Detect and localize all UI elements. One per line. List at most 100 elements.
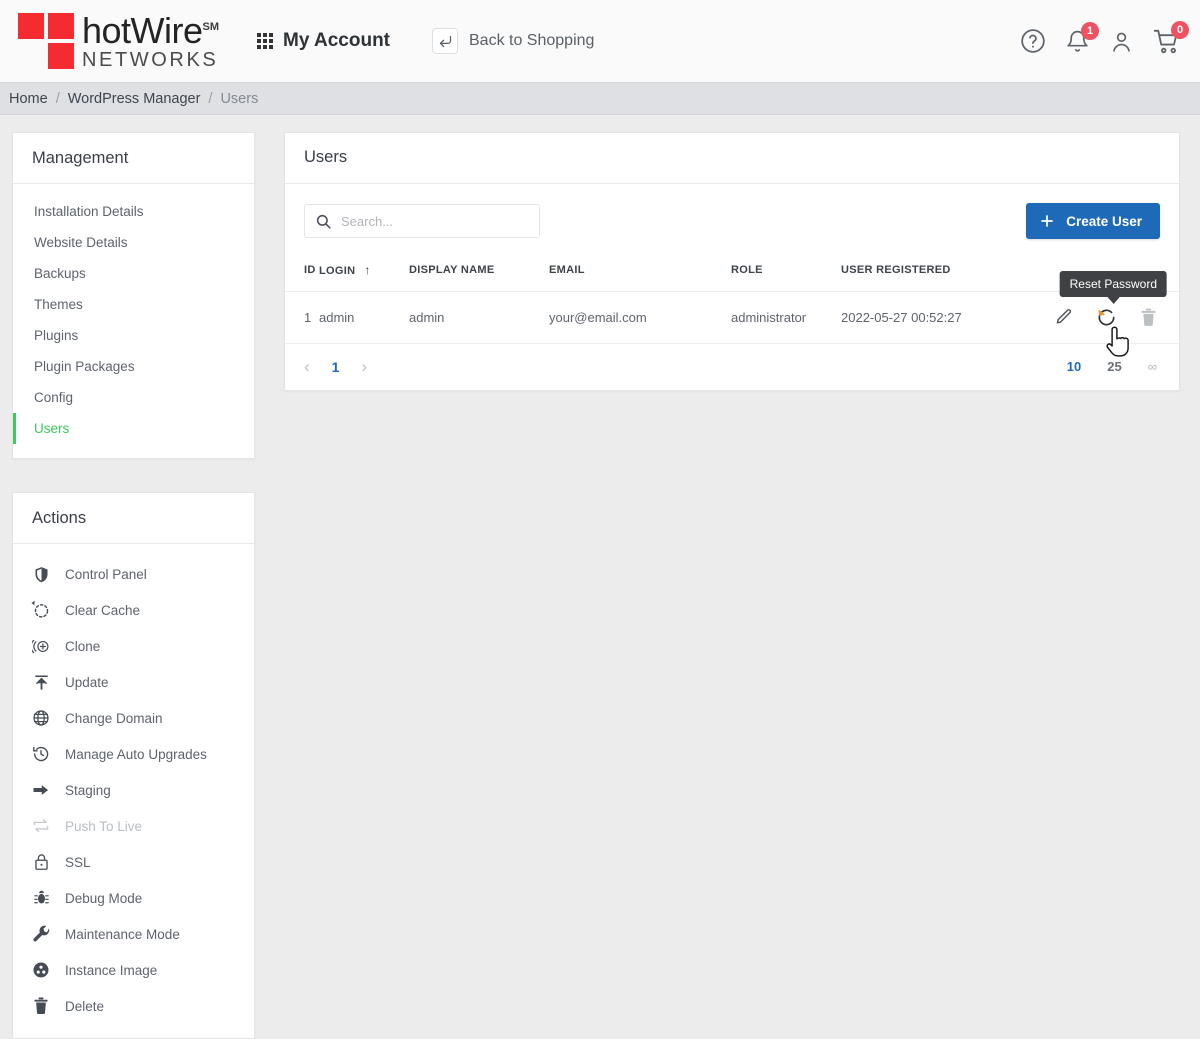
- column-header-email[interactable]: EMAIL: [549, 255, 731, 292]
- column-header-display-name[interactable]: DISPLAY NAME: [409, 255, 549, 292]
- page-size-10[interactable]: 10: [1067, 359, 1081, 374]
- action-item-control-panel[interactable]: Control Panel: [13, 556, 254, 592]
- pagination-next-button[interactable]: ›: [361, 358, 367, 375]
- arrow-right-icon: [31, 780, 51, 800]
- logo-square-2: [48, 13, 74, 39]
- delete-user-icon[interactable]: [1140, 308, 1157, 327]
- action-item-clear-cache[interactable]: Clear Cache: [13, 592, 254, 628]
- shield-icon: [31, 564, 51, 584]
- action-item-clone[interactable]: Clone: [13, 628, 254, 664]
- logo-brand-bottom: NETWORKS: [82, 48, 219, 71]
- action-label: Change Domain: [65, 710, 163, 726]
- column-header-role[interactable]: ROLE: [731, 255, 841, 292]
- pagination-prev-button[interactable]: ‹: [304, 358, 310, 375]
- sidebar: Management Installation Details Website …: [12, 132, 255, 1039]
- sync-arrows-icon: [31, 816, 51, 836]
- action-item-push-to-live: Push To Live: [13, 808, 254, 844]
- action-item-change-domain[interactable]: Change Domain: [13, 700, 254, 736]
- header-icon-group: 1 0: [1020, 20, 1189, 55]
- page-size-25[interactable]: 25: [1107, 359, 1121, 374]
- reset-password-icon[interactable]: [1096, 307, 1117, 328]
- back-to-shopping-button[interactable]: Back to Shopping: [432, 28, 594, 54]
- clone-plus-icon: [31, 636, 51, 656]
- management-panel-title: Management: [13, 133, 254, 184]
- reset-password-tooltip: Reset Password: [1059, 271, 1168, 304]
- search-box[interactable]: [304, 204, 540, 238]
- action-item-maintenance-mode[interactable]: Maintenance Mode: [13, 916, 254, 952]
- refresh-dashed-icon: [31, 600, 51, 620]
- page-body: Management Installation Details Website …: [0, 115, 1200, 1039]
- action-label: SSL: [65, 854, 91, 870]
- my-account-button[interactable]: My Account: [257, 30, 390, 52]
- pagination-page-1[interactable]: 1: [332, 359, 340, 375]
- create-user-button[interactable]: Create User: [1026, 203, 1160, 239]
- column-header-id[interactable]: ID: [285, 255, 319, 292]
- column-header-user-registered[interactable]: USER REGISTERED: [841, 255, 1031, 292]
- user-account-icon[interactable]: [1109, 29, 1134, 54]
- shopping-cart-icon[interactable]: 0: [1153, 20, 1189, 55]
- management-panel-list: Installation Details Website Details Bac…: [13, 184, 254, 458]
- action-item-update[interactable]: Update: [13, 664, 254, 700]
- users-table: ID LOGIN ↑ DISPLAY NAME EMAIL ROLE USER R…: [285, 255, 1179, 343]
- actions-panel: Actions Control Panel Clear Cache Clone …: [12, 492, 255, 1039]
- breadcrumb-separator: /: [55, 90, 60, 107]
- breadcrumb-item-wordpress-manager[interactable]: WordPress Manager: [68, 91, 201, 107]
- column-header-login[interactable]: LOGIN ↑: [319, 255, 409, 292]
- action-item-instance-image[interactable]: Instance Image: [13, 952, 254, 988]
- action-label: Control Panel: [65, 566, 147, 582]
- instance-image-icon: [31, 960, 51, 980]
- action-label: Staging: [65, 782, 111, 798]
- action-label: Update: [65, 674, 109, 690]
- action-item-debug-mode[interactable]: Debug Mode: [13, 880, 254, 916]
- action-item-ssl[interactable]: SSL: [13, 844, 254, 880]
- cell-role: administrator: [731, 291, 841, 343]
- enter-arrow-icon: [432, 28, 458, 54]
- cell-display-name: admin: [409, 291, 549, 343]
- my-account-label: My Account: [283, 30, 390, 51]
- search-input[interactable]: [341, 213, 529, 229]
- table-header-row: ID LOGIN ↑ DISPLAY NAME EMAIL ROLE USER R…: [285, 255, 1179, 292]
- edit-user-icon[interactable]: [1054, 308, 1073, 327]
- pagination: ‹ 1 › 10 25 ∞: [285, 343, 1179, 390]
- sidebar-item-users[interactable]: Users: [13, 413, 254, 444]
- pagination-pages: ‹ 1 ›: [304, 358, 367, 375]
- sidebar-item-config[interactable]: Config: [13, 382, 254, 413]
- notifications-badge: 1: [1081, 21, 1099, 40]
- action-item-manage-auto-upgrades[interactable]: Manage Auto Upgrades: [13, 736, 254, 772]
- clock-history-icon: [31, 744, 51, 764]
- sidebar-item-plugins[interactable]: Plugins: [13, 320, 254, 351]
- top-header-bar: hotWireSM NETWORKS My Account Back to Sh…: [0, 0, 1200, 82]
- upload-update-icon: [31, 672, 51, 692]
- actions-panel-title: Actions: [13, 493, 254, 544]
- cart-badge: 0: [1171, 20, 1189, 39]
- notifications-bell-icon[interactable]: 1: [1065, 21, 1099, 54]
- logo-square-1: [18, 13, 44, 39]
- sidebar-item-themes[interactable]: Themes: [13, 289, 254, 320]
- column-header-login-label: LOGIN: [319, 265, 356, 277]
- brand-logo[interactable]: hotWireSM NETWORKS: [18, 12, 219, 71]
- action-label: Manage Auto Upgrades: [65, 746, 207, 762]
- grid-menu-icon: [257, 33, 274, 49]
- action-label: Delete: [65, 998, 105, 1014]
- breadcrumb-item-home[interactable]: Home: [9, 91, 48, 107]
- sort-ascending-icon: ↑: [364, 263, 371, 277]
- cell-login: admin: [319, 291, 409, 343]
- bug-icon: [31, 888, 51, 908]
- action-label: Clear Cache: [65, 602, 141, 618]
- sidebar-item-website-details[interactable]: Website Details: [13, 227, 254, 258]
- logo-square-3: [48, 43, 74, 69]
- page-size-all[interactable]: ∞: [1148, 359, 1157, 374]
- cell-user-registered: 2022-05-27 00:52:27: [841, 291, 1031, 343]
- cell-id: 1: [285, 291, 319, 343]
- help-circle-icon[interactable]: [1020, 28, 1046, 54]
- action-label: Push To Live: [65, 818, 143, 834]
- sidebar-item-installation-details[interactable]: Installation Details: [13, 196, 254, 227]
- action-label: Clone: [65, 638, 101, 654]
- users-table-head: ID LOGIN ↑ DISPLAY NAME EMAIL ROLE USER R…: [285, 255, 1179, 292]
- action-item-staging[interactable]: Staging: [13, 772, 254, 808]
- sidebar-item-plugin-packages[interactable]: Plugin Packages: [13, 351, 254, 382]
- breadcrumb: Home / WordPress Manager / Users: [0, 82, 1200, 115]
- logo-squares-icon: [18, 13, 74, 69]
- action-item-delete[interactable]: Delete: [13, 988, 254, 1024]
- sidebar-item-backups[interactable]: Backups: [13, 258, 254, 289]
